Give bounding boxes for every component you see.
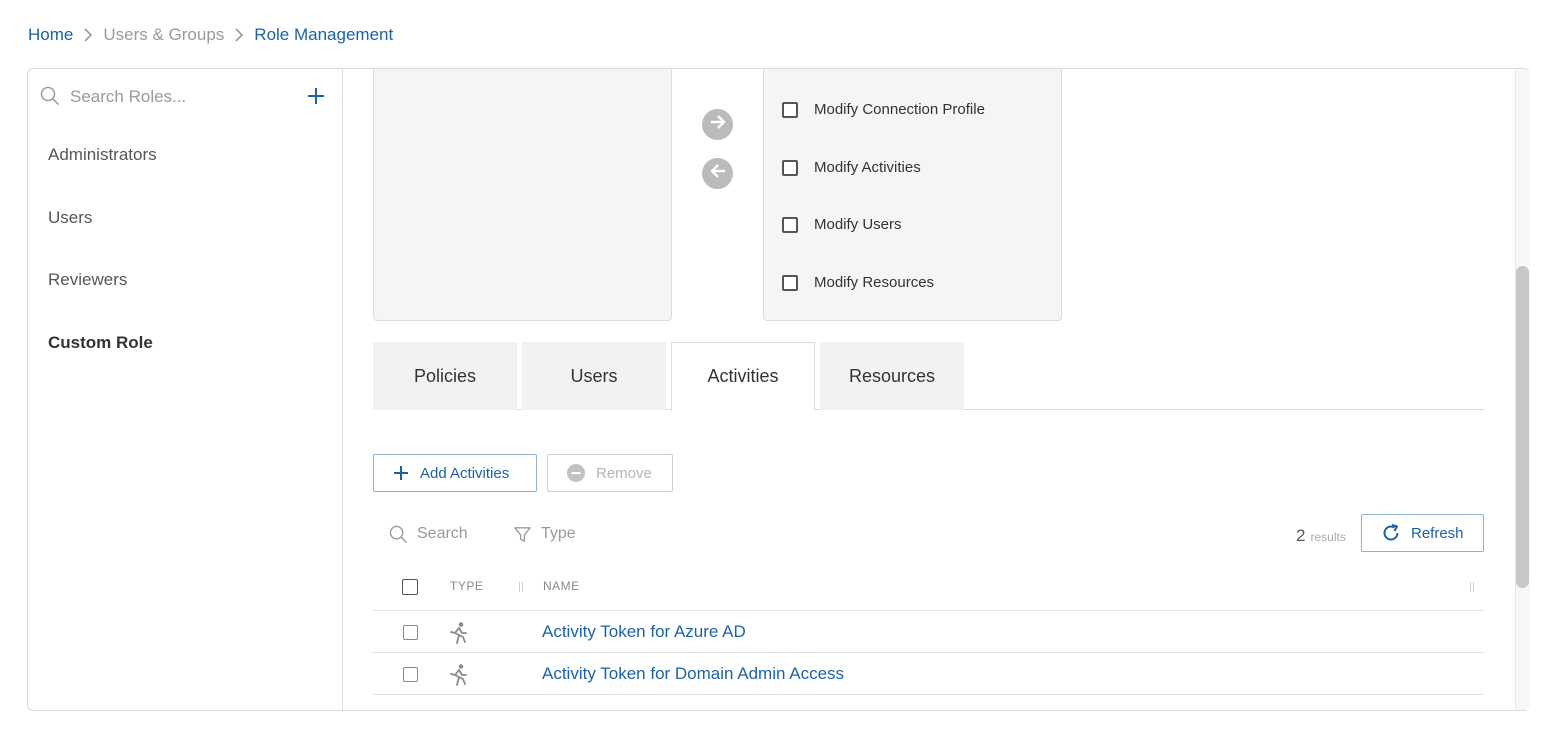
column-header-name[interactable]: NAME: [543, 579, 580, 593]
breadcrumb-users-groups-link[interactable]: Users & Groups: [103, 25, 224, 45]
table-row[interactable]: Activity Token for Domain Admin Access: [373, 653, 1484, 694]
minus-circle-icon: [566, 463, 586, 483]
permission-item[interactable]: Modify Activities: [782, 159, 921, 176]
roles-sidebar: [28, 69, 343, 710]
permission-label: Modify Activities: [814, 159, 921, 176]
chevron-right-icon: [224, 28, 254, 42]
assigned-permissions-panel: [373, 69, 672, 321]
tab-resources[interactable]: Resources: [820, 342, 964, 410]
role-item-reviewers[interactable]: Reviewers: [48, 270, 127, 290]
remove-button[interactable]: Remove: [547, 454, 673, 492]
permission-label: Modify Users: [814, 216, 902, 233]
available-permissions-panel: Modify Connection Profile Modify Activit…: [763, 69, 1062, 321]
row-checkbox[interactable]: [403, 625, 418, 640]
role-item-custom-role[interactable]: Custom Role: [48, 333, 153, 353]
select-all-checkbox[interactable]: [402, 579, 418, 595]
permission-checkbox[interactable]: [782, 274, 798, 291]
remove-label: Remove: [596, 464, 652, 482]
permission-item[interactable]: Modify Resources: [782, 274, 934, 291]
refresh-label: Refresh: [1411, 524, 1464, 542]
chevron-right-icon: [73, 28, 103, 42]
table-row[interactable]: Activity Token for Azure AD: [373, 611, 1484, 652]
permission-label: Modify Resources: [814, 274, 935, 291]
type-filter-label: Type: [541, 525, 576, 542]
breadcrumb-current: Role Management: [254, 25, 394, 44]
tab-activities[interactable]: Activities: [671, 342, 815, 411]
tab-users[interactable]: Users: [522, 342, 666, 410]
refresh-button[interactable]: Refresh: [1361, 514, 1484, 552]
role-search-input[interactable]: Search Roles...: [70, 87, 186, 107]
table-search-filter[interactable]: Search: [389, 522, 468, 546]
add-activities-button[interactable]: Add Activities: [373, 454, 537, 492]
role-search[interactable]: Search Roles...: [40, 82, 330, 112]
filter-funnel-icon: [513, 525, 532, 544]
refresh-icon: [1381, 523, 1401, 543]
running-person-icon: [447, 621, 469, 650]
search-icon: [389, 525, 408, 544]
search-icon: [40, 86, 60, 111]
permission-checkbox[interactable]: [782, 159, 798, 176]
column-resize-handle[interactable]: [1470, 582, 1474, 592]
row-divider: [373, 694, 1484, 695]
tab-policies[interactable]: Policies: [373, 342, 517, 410]
move-left-button[interactable]: [702, 158, 733, 189]
permission-checkbox[interactable]: [782, 101, 798, 118]
add-role-button[interactable]: [304, 84, 328, 108]
permission-item[interactable]: Modify Users: [782, 216, 902, 233]
scrollbar-thumb[interactable]: [1516, 266, 1529, 588]
type-filter[interactable]: Type: [513, 522, 576, 546]
role-item-users[interactable]: Users: [48, 208, 92, 228]
results-label: results: [1310, 530, 1346, 544]
plus-icon: [392, 464, 410, 482]
results-count: 2 results: [1296, 526, 1346, 546]
column-resize-handle[interactable]: [519, 582, 523, 592]
permission-checkbox[interactable]: [782, 216, 798, 233]
results-number: 2: [1296, 526, 1306, 545]
arrow-left-icon: [708, 161, 728, 186]
permission-label: Modify Connection Profile: [814, 101, 985, 118]
move-right-button[interactable]: [702, 109, 733, 140]
running-person-icon: [447, 663, 469, 692]
permission-item[interactable]: Modify Connection Profile: [782, 101, 985, 118]
activity-name-link[interactable]: Activity Token for Azure AD: [542, 622, 746, 642]
breadcrumb: Home Users & Groups Role Management: [28, 22, 393, 48]
arrow-right-icon: [708, 112, 728, 137]
table-search-label: Search: [417, 525, 468, 542]
activity-name-link[interactable]: Activity Token for Domain Admin Access: [542, 664, 844, 684]
role-item-administrators[interactable]: Administrators: [48, 145, 157, 165]
row-checkbox[interactable]: [403, 667, 418, 682]
column-header-type[interactable]: TYPE: [450, 579, 483, 593]
add-activities-label: Add Activities: [420, 464, 510, 482]
breadcrumb-home-link[interactable]: Home: [28, 25, 73, 45]
